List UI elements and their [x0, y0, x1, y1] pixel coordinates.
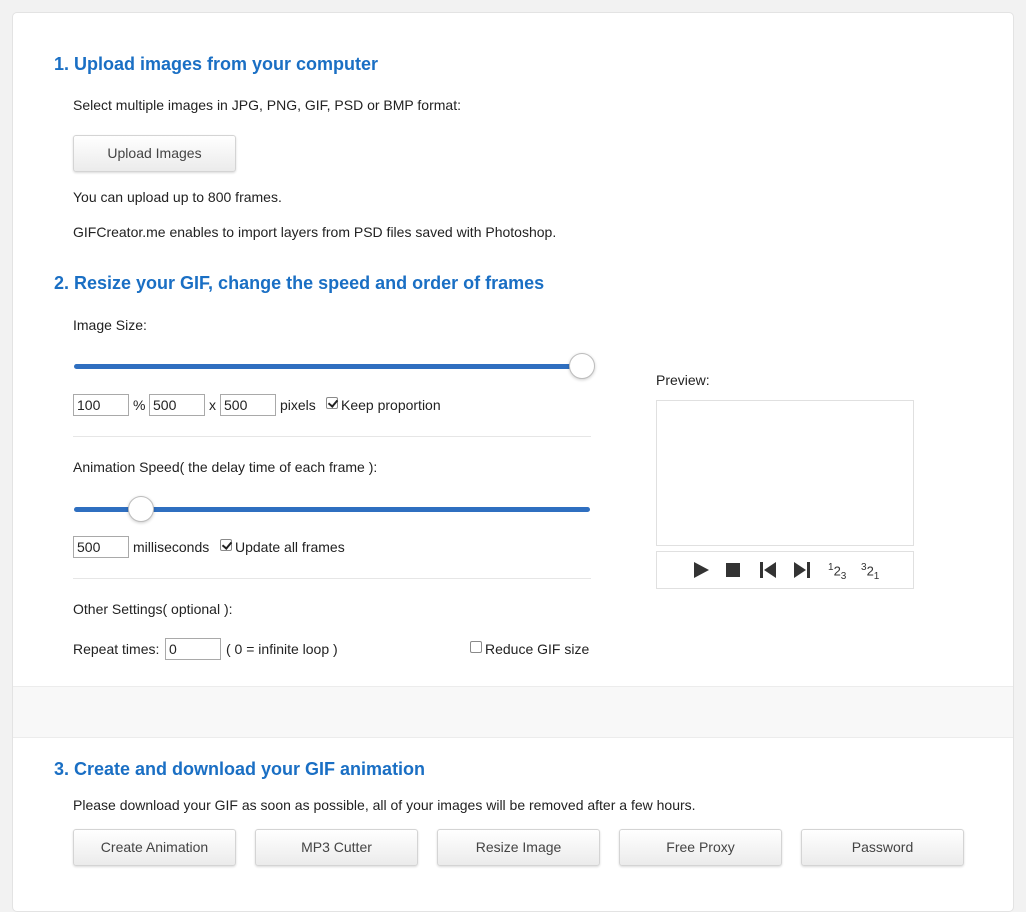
- reduce-gif-size-label[interactable]: Reduce GIF size: [485, 641, 589, 657]
- percent-sign: %: [133, 397, 146, 413]
- upload-limit-text: You can upload up to 800 frames.: [73, 189, 282, 205]
- order-ascending-button[interactable]: 123: [828, 562, 846, 582]
- pixels-unit: pixels: [280, 397, 316, 413]
- step1-title: 1. Upload images from your computer: [54, 54, 379, 74]
- upload-images-button[interactable]: Upload Images: [73, 135, 236, 172]
- preview-area: [656, 400, 914, 546]
- height-input[interactable]: [220, 394, 276, 416]
- times-sign: x: [209, 397, 216, 413]
- step1-instructions: Select multiple images in JPG, PNG, GIF,…: [73, 97, 461, 113]
- image-size-slider-handle[interactable]: [569, 353, 595, 379]
- repeat-times-input[interactable]: [165, 638, 221, 660]
- order-desc-digit: 1: [873, 570, 880, 582]
- password-button[interactable]: Password: [801, 829, 964, 866]
- last-frame-icon[interactable]: [793, 561, 811, 579]
- divider: [73, 578, 591, 579]
- width-input[interactable]: [149, 394, 205, 416]
- stop-icon[interactable]: [725, 562, 741, 578]
- animation-speed-slider[interactable]: [73, 494, 595, 524]
- first-frame-icon[interactable]: [759, 561, 777, 579]
- step3-title: 3. Create and download your GIF animatio…: [54, 759, 426, 779]
- download-notice: Please download your GIF as soon as poss…: [73, 797, 696, 813]
- update-all-frames-label[interactable]: Update all frames: [235, 539, 345, 555]
- keep-proportion-checkbox[interactable]: [326, 397, 338, 409]
- other-settings-label: Other Settings( optional ):: [73, 601, 233, 617]
- milliseconds-unit: milliseconds: [133, 539, 210, 555]
- order-desc-digit: 2: [866, 563, 874, 579]
- divider: [73, 436, 591, 437]
- size-percent-input[interactable]: [73, 394, 129, 416]
- reduce-gif-size-checkbox[interactable]: [470, 641, 482, 653]
- step2-title: 2. Resize your GIF, change the speed and…: [54, 273, 545, 293]
- animation-speed-slider-handle[interactable]: [128, 496, 154, 522]
- delay-ms-input[interactable]: [73, 536, 129, 558]
- create-animation-button[interactable]: Create Animation: [73, 829, 236, 866]
- play-icon[interactable]: [691, 560, 711, 580]
- preview-controls: 123 321: [656, 551, 914, 589]
- mp3-cutter-button[interactable]: MP3 Cutter: [255, 829, 418, 866]
- repeat-times-label: Repeat times:: [73, 641, 160, 657]
- section-separator: [13, 686, 1013, 738]
- psd-import-text: GIFCreator.me enables to import layers f…: [73, 224, 557, 240]
- image-size-slider-track[interactable]: [74, 364, 582, 369]
- keep-proportion-label[interactable]: Keep proportion: [341, 397, 441, 413]
- image-size-label: Image Size:: [73, 317, 147, 333]
- repeat-hint: ( 0 = infinite loop ): [226, 641, 338, 657]
- order-descending-button[interactable]: 321: [861, 562, 879, 582]
- preview-label: Preview:: [656, 372, 710, 388]
- update-all-frames-checkbox[interactable]: [220, 539, 232, 551]
- image-size-slider[interactable]: [73, 351, 595, 381]
- animation-speed-label: Animation Speed( the delay time of each …: [73, 459, 378, 475]
- main-card: 1. Upload images from your computer Sele…: [12, 12, 1014, 912]
- order-asc-digit: 3: [840, 570, 847, 582]
- free-proxy-button[interactable]: Free Proxy: [619, 829, 782, 866]
- resize-image-button[interactable]: Resize Image: [437, 829, 600, 866]
- order-asc-digit: 2: [833, 563, 841, 579]
